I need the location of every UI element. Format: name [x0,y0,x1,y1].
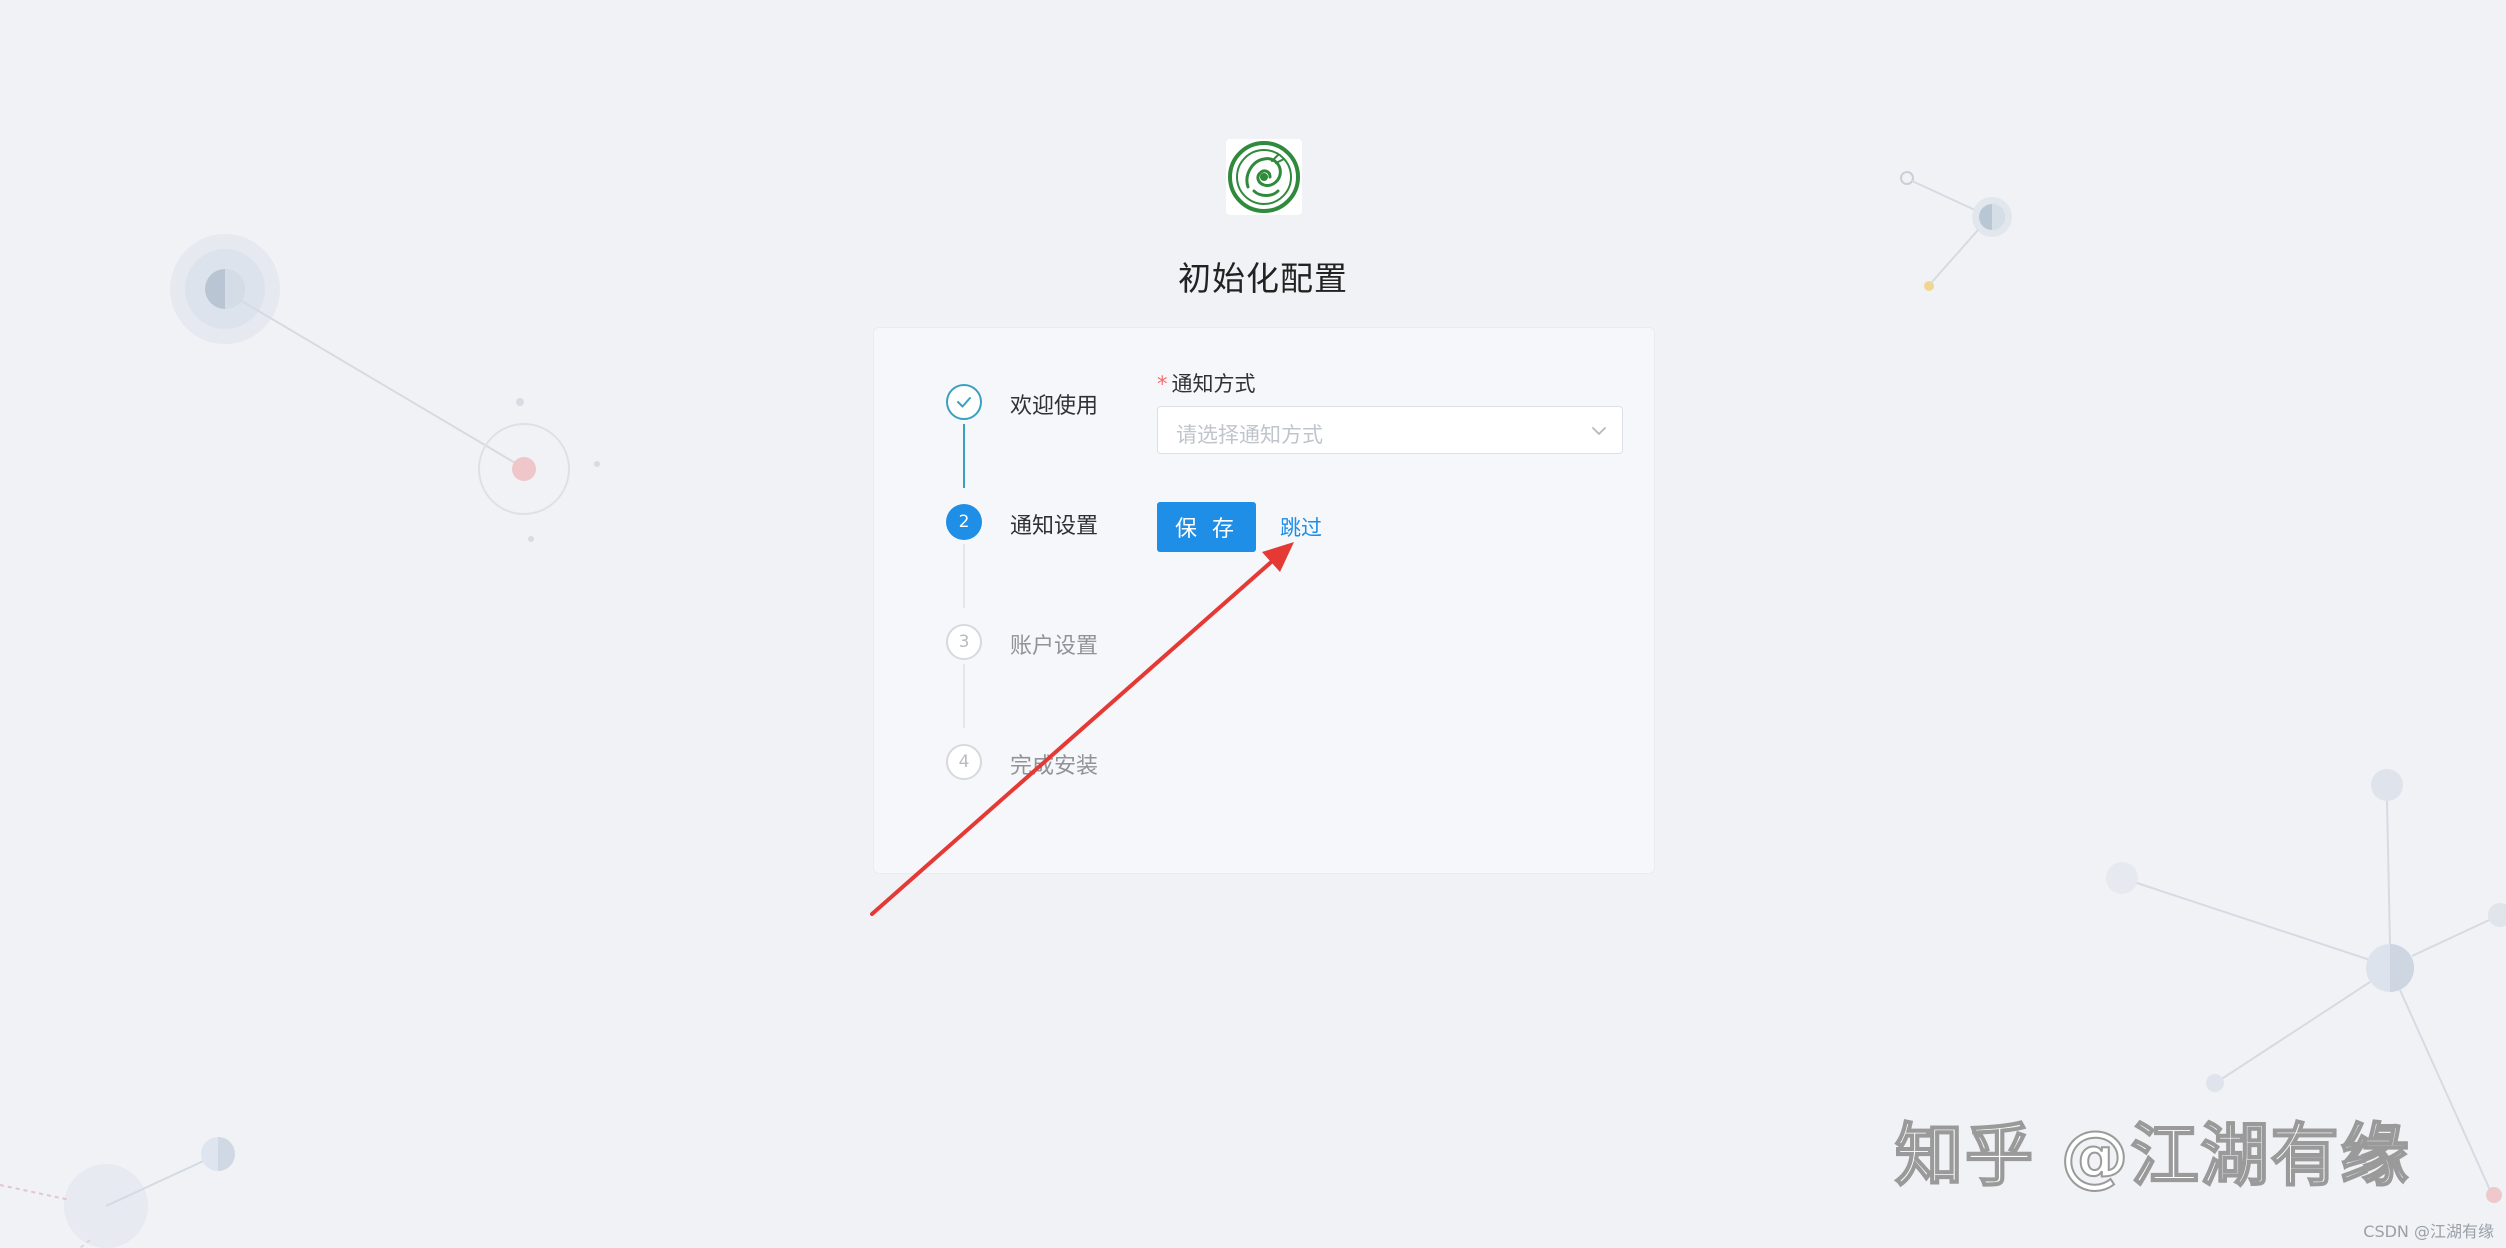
select-placeholder: 请选择通知方式 [1176,423,1323,447]
watermark-csdn: CSDN @江湖有缘 [2363,1222,2494,1241]
notification-form: * 通知方式 请选择通知方式 保 存 跳过 [1157,368,1627,552]
required-mark: * [1157,372,1168,396]
step-finish: 4 完成安装 [946,744,1136,784]
save-button[interactable]: 保 存 [1157,502,1256,552]
step-welcome: 欢迎使用 [946,384,1136,424]
step-account: 3 账户设置 [946,624,1136,664]
step-connector [963,544,965,608]
logo [1226,139,1302,215]
field-label-text: 通知方式 [1171,372,1256,396]
step-number: 2 [946,504,982,540]
notify-method-select[interactable]: 请选择通知方式 [1157,406,1623,454]
field-label-notify-method: * 通知方式 [1157,368,1627,400]
step-connector [963,424,965,488]
step-label: 欢迎使用 [1010,394,1099,419]
step-label: 通知设置 [1010,514,1099,539]
step-number: 3 [946,624,982,660]
watermark-zhihu: 知乎 @江湖有缘 [1894,1116,2411,1197]
step-label: 完成安装 [1010,754,1099,779]
step-connector [963,664,965,728]
step-notification: 2 通知设置 [946,504,1136,544]
setup-wizard-card: 欢迎使用 2 通知设置 3 账户设置 4 完成安装 *通知方式 请选择通知方式 [873,327,1655,874]
step-done-check-icon [946,384,982,420]
page-title: 初始化配置 [1178,259,1348,298]
step-number: 4 [946,744,982,780]
form-actions: 保 存 跳过 [1157,502,1322,552]
dragon-emblem-icon [1228,141,1300,213]
chevron-down-icon [1592,427,1606,435]
skip-link[interactable]: 跳过 [1280,512,1322,542]
step-label: 账户设置 [1010,634,1099,659]
